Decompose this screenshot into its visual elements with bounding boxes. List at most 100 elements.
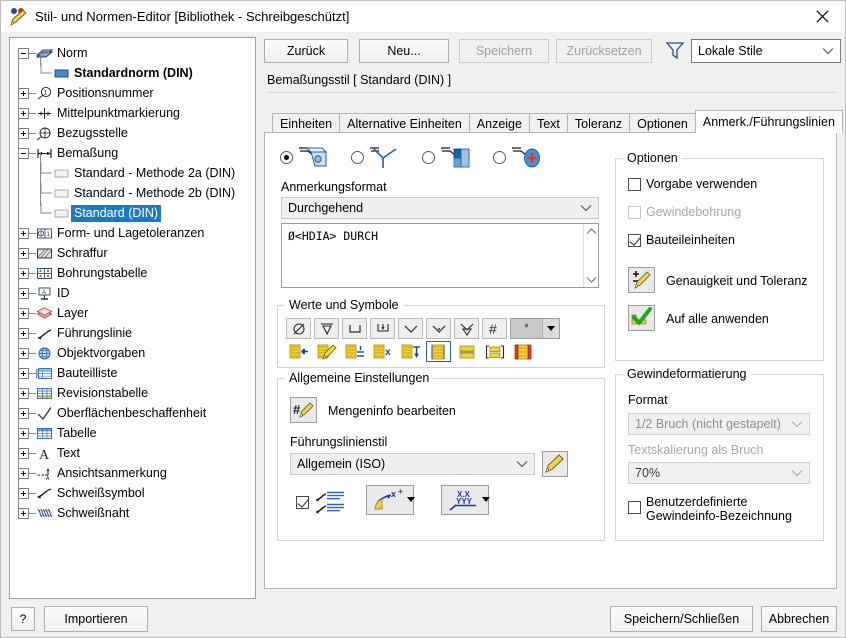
annotation-format-dropdown[interactable]: Durchgehend — [281, 197, 599, 219]
annotation-mode-radio[interactable] — [351, 150, 364, 164]
deep-symbol-button[interactable] — [454, 318, 479, 339]
tree-item[interactable]: Bohrungstabelle — [14, 263, 255, 283]
tree-item[interactable]: A Ansichtsanmerkung — [14, 463, 255, 483]
tree-item[interactable]: Revisionstabelle — [14, 383, 255, 403]
cancel-button[interactable]: Abbrechen — [761, 606, 837, 632]
annotation-mode-radio[interactable] — [493, 150, 506, 164]
bracket-value-button[interactable] — [482, 341, 507, 362]
tree-item[interactable]: Norm — [14, 43, 255, 63]
tab-optionen[interactable]: Optionen — [629, 113, 696, 133]
thread-value-button[interactable] — [426, 341, 451, 362]
tree-item[interactable]: A ID — [14, 283, 255, 303]
multi-leader-checkbox[interactable] — [296, 495, 309, 509]
edit-quantity-info-button[interactable]: # — [290, 397, 317, 423]
diameter-symbol-button[interactable] — [286, 318, 311, 339]
apply-to-all-button[interactable] — [628, 305, 655, 331]
tree-item[interactable]: Führungslinie — [14, 323, 255, 343]
tree-item[interactable]: Bemaßung — [14, 143, 255, 163]
tab-alternative-einheiten[interactable]: Alternative Einheiten — [339, 113, 470, 133]
tree-expand-icon[interactable] — [18, 127, 29, 139]
countersink-symbol-button[interactable] — [398, 318, 423, 339]
edit-value-button[interactable] — [314, 341, 339, 362]
style-tree-panel[interactable]: Norm Standardnorm (DIN) 1 Positionsnummer Mi… — [9, 37, 256, 599]
tree-expand-icon[interactable] — [18, 447, 29, 459]
option-row-2[interactable]: Gewindebohrung — [628, 205, 757, 219]
tree-expand-icon[interactable] — [18, 87, 29, 99]
tree-item[interactable]: 1 Positionsnummer — [14, 83, 255, 103]
tree-item[interactable]: Standard - Methode 2b (DIN) — [14, 183, 255, 203]
degree-symbol-dropdown[interactable]: ° — [510, 318, 560, 339]
custom-thread-label-checkbox[interactable] — [628, 501, 641, 514]
option-row-1[interactable]: Vorgabe verwenden — [628, 177, 757, 191]
back-button[interactable]: Zurück — [264, 39, 348, 63]
tab-toleranz[interactable]: Toleranz — [566, 113, 631, 133]
tree-expand-icon[interactable] — [18, 387, 29, 399]
tree-expand-icon[interactable] — [18, 467, 29, 479]
tree-expand-icon[interactable] — [18, 327, 29, 339]
option-checkbox[interactable] — [628, 205, 641, 219]
number-hash-symbol-button[interactable]: # — [482, 318, 507, 339]
tree-item[interactable]: A Text — [14, 443, 255, 463]
thread-scale-dropdown[interactable]: 70% — [628, 462, 810, 484]
option-row-3[interactable]: Bauteileinheiten — [628, 233, 757, 247]
edit-leader-style-button[interactable] — [542, 451, 568, 477]
tree-collapse-icon[interactable] — [18, 147, 29, 159]
tree-item-selected[interactable]: Standard (DIN) — [14, 203, 255, 223]
annotation-mode-option-2[interactable] — [351, 144, 399, 170]
tree-expand-icon[interactable] — [18, 287, 29, 299]
annotation-mode-option-3[interactable] — [422, 144, 470, 170]
save-close-button[interactable]: Speichern/Schließen — [610, 606, 753, 632]
tree-item[interactable]: Schraffur — [14, 243, 255, 263]
tree-item[interactable]: Standardnorm (DIN) — [14, 63, 255, 83]
counterbore-symbol-button[interactable] — [342, 318, 367, 339]
tree-item[interactable]: Mittelpunktmarkierung — [14, 103, 255, 123]
tab-text[interactable]: Text — [528, 113, 568, 133]
multiply-value-button[interactable]: x — [370, 341, 395, 362]
tree-expand-icon[interactable] — [18, 507, 29, 519]
tree-expand-icon[interactable] — [18, 107, 29, 119]
option-checkbox[interactable] — [628, 233, 641, 247]
option-checkbox[interactable] — [628, 177, 641, 191]
thread-format-dropdown[interactable]: 1/2 Bruch (nicht gestapelt) — [628, 413, 810, 435]
tab-anmerk-f-hrungslinien[interactable]: Anmerk./Führungslinien — [694, 110, 843, 133]
leader-arrow-dropdown-caret[interactable] — [407, 497, 415, 502]
tab-anzeige[interactable]: Anzeige — [468, 113, 530, 133]
annotation-mode-option-4[interactable] — [493, 144, 541, 170]
spotface-symbol-button[interactable] — [370, 318, 395, 339]
depth-value-button[interactable] — [398, 341, 423, 362]
leader-text-dropdown-caret[interactable] — [482, 497, 490, 502]
tree-expand-icon[interactable] — [18, 367, 29, 379]
insert-value-button[interactable] — [286, 341, 311, 362]
multi-leader-toggle[interactable] — [296, 489, 350, 515]
tolerance-value-button[interactable] — [342, 341, 367, 362]
save-button[interactable]: Speichern — [459, 39, 549, 63]
tree-expand-icon[interactable] — [18, 307, 29, 319]
precision-tolerance-button[interactable] — [628, 267, 655, 293]
leader-style-dropdown[interactable]: Allgemein (ISO) — [290, 453, 535, 475]
tree-expand-icon[interactable] — [18, 247, 29, 259]
tree-expand-icon[interactable] — [18, 227, 29, 239]
annotation-text-scrollbar[interactable] — [583, 224, 598, 287]
tree-expand-icon[interactable] — [18, 427, 29, 439]
tree-item[interactable]: 1 Form- und Lagetoleranzen — [14, 223, 255, 243]
tree-expand-icon[interactable] — [18, 347, 29, 359]
custom-thread-label-row[interactable]: Benutzerdefinierte Gewindeinfo-Bezeichnu… — [628, 495, 792, 523]
close-button[interactable] — [799, 1, 845, 31]
tree-item[interactable]: Schweißsymbol — [14, 483, 255, 503]
depth-symbol-button[interactable] — [314, 318, 339, 339]
inspect-value-button[interactable] — [510, 341, 535, 362]
tree-item[interactable]: Layer — [14, 303, 255, 323]
tree-item[interactable]: Standard - Methode 2a (DIN) — [14, 163, 255, 183]
annotation-mode-radio[interactable] — [280, 150, 293, 164]
annotation-text-area[interactable]: Ø<HDIA> DURCH — [281, 223, 599, 288]
tree-item[interactable]: Oberflächenbeschaffenheit — [14, 403, 255, 423]
countersink-angle-symbol-button[interactable] — [426, 318, 451, 339]
tree-item[interactable]: Objektvorgaben — [14, 343, 255, 363]
style-filter-dropdown[interactable]: Lokale Stile — [691, 39, 841, 63]
help-button[interactable]: ? — [11, 607, 35, 631]
annotation-mode-radio[interactable] — [422, 150, 435, 164]
degree-dropdown-caret[interactable] — [542, 319, 559, 338]
tree-expand-icon[interactable] — [18, 267, 29, 279]
tab-einheiten[interactable]: Einheiten — [272, 113, 341, 133]
import-button[interactable]: Importieren — [44, 606, 148, 632]
